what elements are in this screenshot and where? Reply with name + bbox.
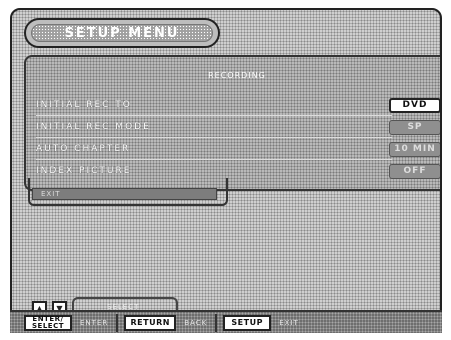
return-desc: BACK xyxy=(184,318,208,327)
enter-desc: ENTER xyxy=(80,318,109,327)
recording-settings-window: RECORDING INITIAL REC TO DVD INITIAL REC… xyxy=(24,55,440,191)
row-divider xyxy=(36,159,392,160)
setting-label: INITIAL REC MODE xyxy=(36,122,151,132)
separator xyxy=(116,313,119,332)
setting-row-auto-chapter[interactable]: AUTO CHAPTER 10 MIN xyxy=(36,141,440,157)
button-guide-bar: ENTER/ SELECT ENTER RETURN BACK SETUP EX… xyxy=(10,310,442,333)
setting-row-index-picture[interactable]: INDEX PICTURE OFF xyxy=(36,163,440,179)
return-key: RETURN xyxy=(124,314,177,331)
row-divider xyxy=(36,115,392,116)
window-header: RECORDING xyxy=(208,70,266,80)
setting-label: INITIAL REC TO xyxy=(36,100,132,110)
setting-row-initial-rec-to[interactable]: INITIAL REC TO DVD xyxy=(36,97,440,113)
setup-key: SETUP xyxy=(223,314,272,331)
row-divider xyxy=(36,137,392,138)
setup-desc: EXIT xyxy=(279,318,299,327)
menu-title: SETUP MENU xyxy=(31,24,213,42)
menu-title-pill: SETUP MENU xyxy=(24,18,220,48)
setting-row-initial-rec-mode[interactable]: INITIAL REC MODE SP xyxy=(36,119,440,135)
setting-value[interactable]: SP xyxy=(389,119,440,135)
setting-value[interactable]: OFF xyxy=(389,163,440,179)
separator xyxy=(215,313,218,332)
enter-select-key: ENTER/ SELECT xyxy=(24,314,72,331)
exit-menu-item[interactable]: EXIT xyxy=(32,188,217,200)
setting-value[interactable]: 10 MIN xyxy=(389,141,440,157)
setup-screen: SETUP MENU RECORDING INITIAL REC TO DVD … xyxy=(10,8,442,333)
key-line: SELECT xyxy=(32,321,64,330)
setting-value[interactable]: DVD xyxy=(389,97,440,113)
setting-label: AUTO CHAPTER xyxy=(36,144,131,154)
setting-label: INDEX PICTURE xyxy=(36,166,132,176)
